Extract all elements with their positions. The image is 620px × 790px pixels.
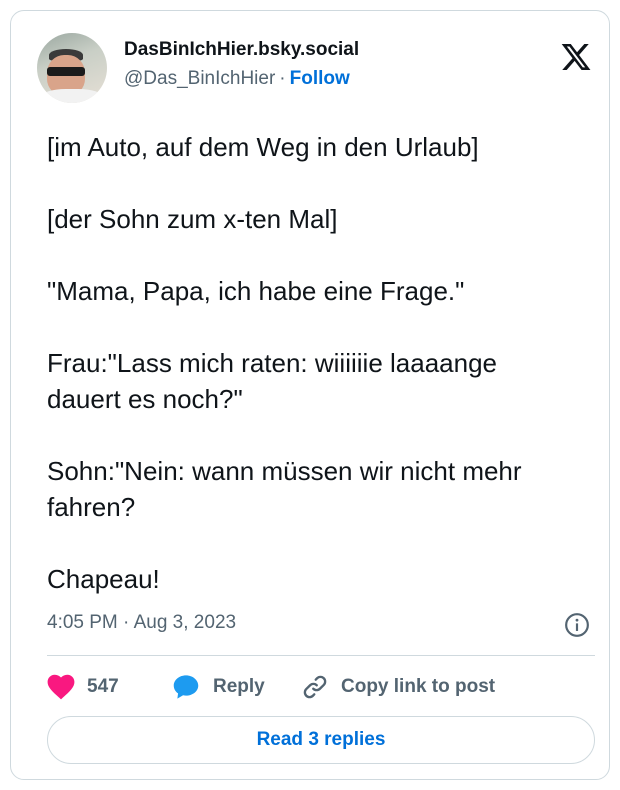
- author-display-name[interactable]: DasBinIchHier.bsky.social: [124, 39, 359, 61]
- follow-link[interactable]: Follow: [290, 68, 350, 89]
- action-bar: 547 Reply Copy link to post: [47, 671, 607, 703]
- post-card: DasBinIchHier.bsky.social @Das_BinIchHie…: [10, 10, 610, 780]
- reply-label: Reply: [213, 676, 265, 697]
- info-icon[interactable]: [564, 612, 590, 638]
- avatar[interactable]: [37, 33, 107, 103]
- heart-icon: [47, 674, 75, 700]
- divider: [47, 655, 595, 656]
- read-replies-button[interactable]: Read 3 replies: [47, 716, 595, 764]
- speech-bubble-icon: [173, 675, 199, 699]
- author-handle-row: @Das_BinIchHier · Follow: [124, 68, 350, 90]
- link-icon: [303, 675, 327, 699]
- post-timestamp[interactable]: 4:05 PM · Aug 3, 2023: [47, 612, 236, 634]
- author-handle[interactable]: @Das_BinIchHier: [124, 68, 275, 89]
- x-logo-icon[interactable]: [559, 41, 593, 73]
- like-count: 547: [87, 676, 119, 697]
- post-text: [im Auto, auf dem Weg in den Urlaub] [de…: [47, 132, 522, 594]
- reply-button[interactable]: Reply: [171, 671, 265, 703]
- like-button[interactable]: 547: [47, 671, 119, 703]
- copy-link-label: Copy link to post: [341, 676, 496, 697]
- separator-dot: ·: [279, 68, 286, 89]
- copy-link-button[interactable]: Copy link to post: [301, 671, 495, 703]
